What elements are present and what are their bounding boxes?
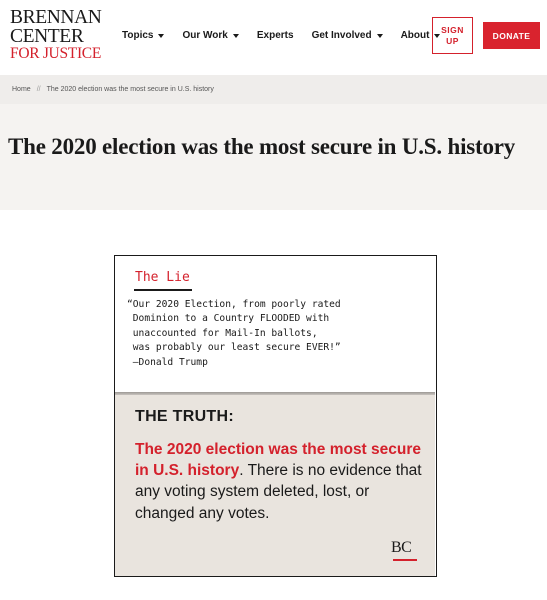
quote-line: unaccounted for Mail-In ballots, [127, 327, 318, 339]
quote-line: “Our 2020 Election, from poorly rated [127, 299, 341, 310]
nav-item-label: Experts [256, 30, 294, 41]
nav-item-label: Our Work [182, 30, 228, 41]
nav-item-label: About [400, 30, 430, 41]
sign-up-label-line-2: UP [446, 35, 459, 46]
breadcrumb-current: The 2020 election was the most secure in… [46, 86, 214, 93]
breadcrumb-home-link[interactable]: Home [12, 86, 31, 93]
nav-item-get-involved[interactable]: Get Involved [312, 30, 383, 41]
caret-down-icon [158, 33, 165, 38]
site-header: BRENNAN CENTER FOR JUSTICE Topics Our Wo… [0, 0, 547, 75]
nav-item-our-work[interactable]: Our Work [182, 30, 239, 41]
truth-heading: THE TRUTH: [135, 408, 234, 425]
truth-panel: THE TRUTH: The 2020 election was the mos… [115, 395, 435, 576]
nav-item-topics[interactable]: Topics [122, 30, 165, 41]
nav-item-experts[interactable]: Experts [257, 30, 294, 41]
caret-down-icon [376, 33, 383, 38]
truth-vs-lie-graphic: The Lie “Our 2020 Election, from poorly … [114, 255, 437, 577]
truth-period: . [239, 462, 244, 480]
lie-underline [134, 289, 192, 291]
main-nav: Topics Our Work Experts Get Involved Abo… [122, 30, 458, 41]
brennan-center-logo[interactable]: BRENNAN CENTER FOR JUSTICE [10, 7, 106, 63]
quote-line: Dominion to a Country FLOODED with [127, 313, 330, 325]
caret-down-icon [232, 33, 239, 38]
logo-line-1: BRENNAN [10, 7, 102, 28]
truth-text: The 2020 election was the most secure in… [135, 439, 425, 524]
logo-line-2: CENTER [10, 25, 84, 47]
lie-panel: The Lie “Our 2020 Election, from poorly … [115, 256, 435, 392]
lie-label: The Lie [135, 270, 190, 285]
quote-line: was probably our least secure EVER!” [127, 342, 341, 354]
title-band: The 2020 election was the most secure in… [0, 104, 547, 210]
logo-line-3: FOR JUSTICE [10, 45, 102, 63]
sign-up-button[interactable]: SIGN UP [432, 17, 473, 54]
donate-button[interactable]: DONATE [483, 22, 540, 49]
breadcrumb-separator: // [36, 86, 41, 93]
breadcrumb: Home // The 2020 election was the most s… [0, 75, 547, 104]
bc-monogram-underline [393, 559, 417, 561]
nav-item-label: Get Involved [311, 30, 372, 41]
sign-up-label-line-1: SIGN [441, 24, 464, 35]
page-title: The 2020 election was the most secure in… [8, 134, 516, 159]
trump-quote: “Our 2020 Election, from poorly rated Do… [127, 298, 427, 370]
bc-monogram-logo: BC [391, 539, 412, 556]
quote-attribution: —Donald Trump [127, 356, 208, 368]
nav-item-label: Topics [122, 30, 154, 41]
